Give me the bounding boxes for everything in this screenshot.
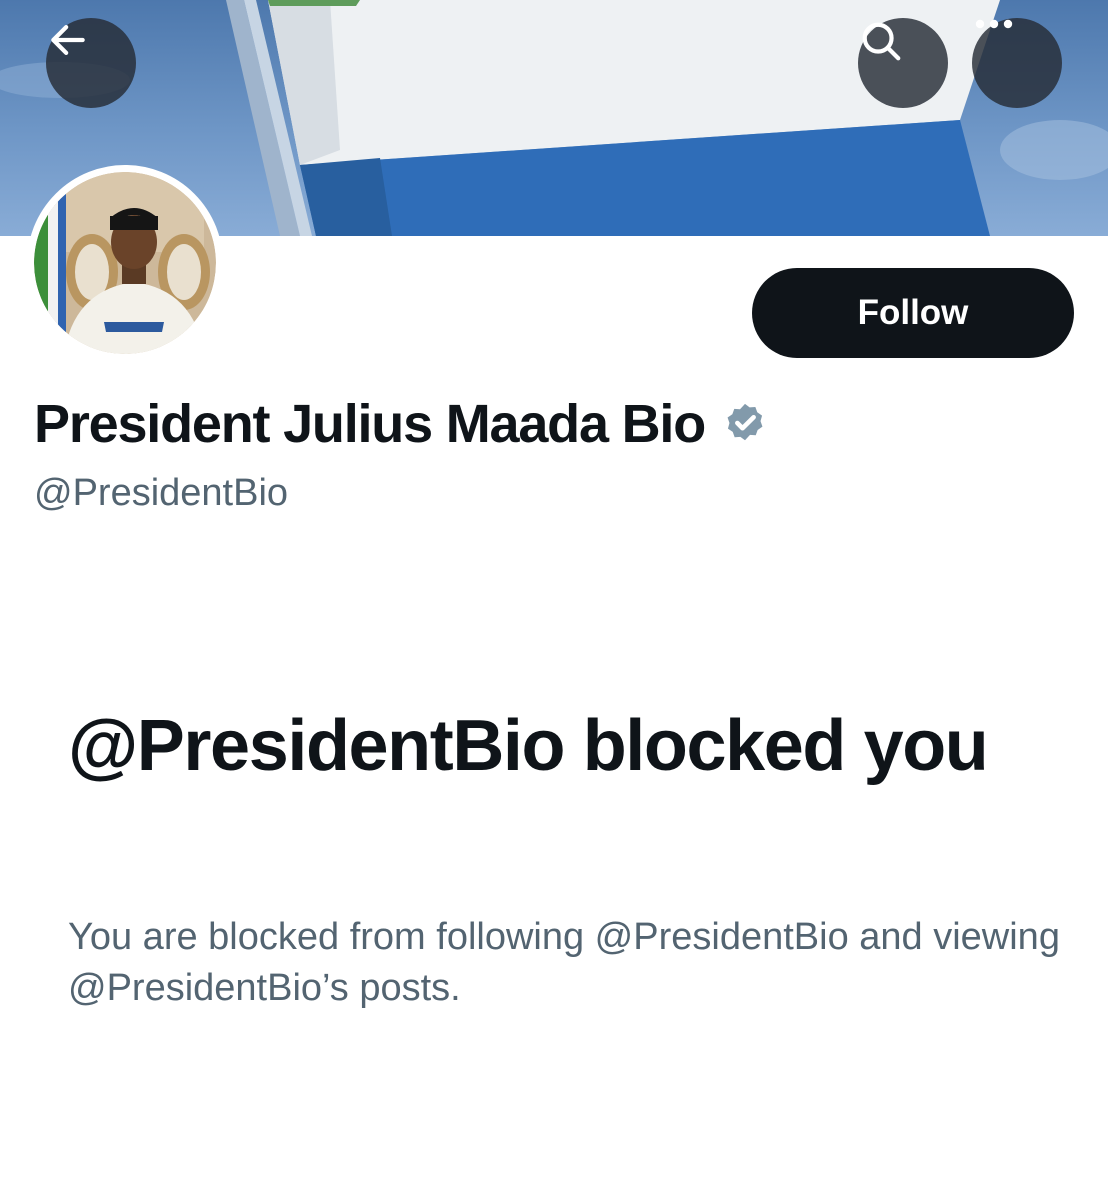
display-name: President Julius Maada Bio — [34, 394, 706, 454]
more-options-button[interactable] — [972, 18, 1062, 108]
arrow-left-icon — [51, 25, 85, 55]
blocked-description: You are blocked from following @Presiden… — [68, 916, 1060, 1009]
verified-badge-icon-svg — [727, 403, 763, 441]
search-button[interactable] — [858, 18, 948, 108]
display-name-row: President Julius Maada Bio — [34, 388, 771, 460]
follow-button[interactable]: Follow — [752, 268, 1074, 358]
profile-handle: @PresidentBio — [34, 472, 289, 514]
profile-avatar[interactable] — [27, 165, 223, 361]
back-button[interactable] — [46, 18, 136, 108]
more-horizontal-icon — [975, 19, 1013, 29]
avatar-photo — [34, 172, 216, 354]
blocked-title: @PresidentBio blocked you — [68, 706, 989, 786]
search-icon — [862, 22, 901, 61]
verified-badge-icon[interactable] — [719, 398, 771, 450]
